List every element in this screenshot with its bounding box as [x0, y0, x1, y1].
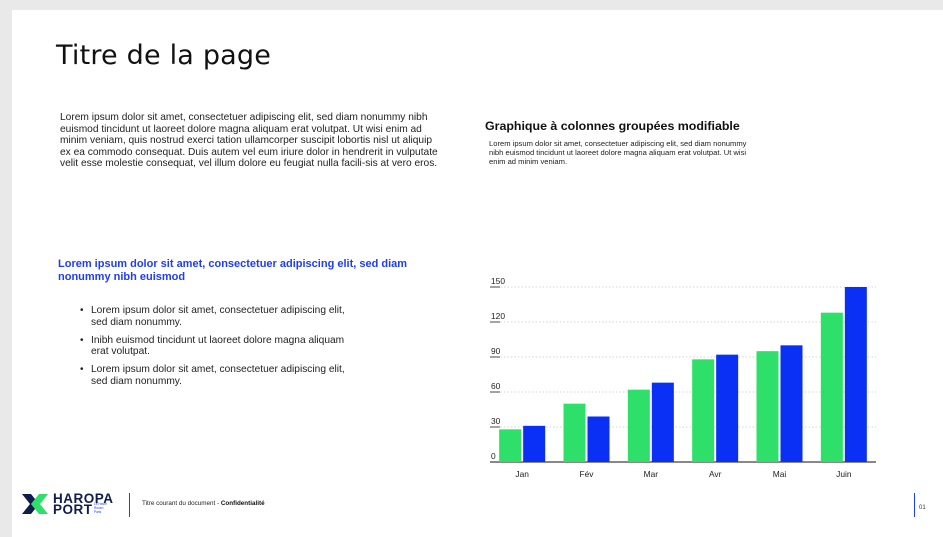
x-tick-label: Mai — [773, 469, 787, 479]
footer: HAROPA PORT Le Havre Rouen Paris Titre c… — [20, 490, 920, 520]
bar-blue — [523, 425, 546, 462]
bullet-item: Lorem ipsum dolor sit amet, consectetuer… — [80, 305, 350, 329]
footer-divider — [129, 493, 130, 517]
grouped-column-chart: 0 30 60 90 120 150 Jan Fév Mar Avr Mai Juin — [490, 276, 876, 479]
bar-green — [499, 429, 522, 462]
y-tick-label: 60 — [491, 381, 501, 391]
logo-word-bottom: PORT — [53, 502, 93, 517]
x-tick-label: Mar — [644, 469, 659, 479]
bar-green — [692, 359, 715, 462]
bullet-item: Lorem ipsum dolor sit amet, consectetuer… — [80, 364, 350, 388]
bar-blue — [716, 354, 739, 462]
x-tick-label: Jan — [515, 469, 529, 479]
y-tick-label: 30 — [491, 416, 501, 426]
bar-blue — [587, 416, 610, 462]
haropa-port-logo: HAROPA PORT Le Havre Rouen Paris — [20, 490, 120, 518]
page-marker — [914, 493, 915, 517]
bar-green — [627, 389, 650, 462]
footer-running-title: Titre courant du document - Confidential… — [142, 500, 265, 507]
bar-green — [820, 312, 843, 462]
chart-title: Graphique à colonnes groupées modifiable — [485, 119, 740, 133]
y-tick-label: 150 — [491, 276, 505, 286]
x-tick-label: Avr — [709, 469, 722, 479]
x-tick-label: Juin — [836, 469, 852, 479]
y-tick-label: 120 — [491, 311, 505, 321]
running-title-text: Titre courant du document - — [142, 500, 221, 507]
sub-heading: Lorem ipsum dolor sit amet, consectetuer… — [58, 258, 408, 283]
confidentiality-label: Confidentialité — [220, 500, 265, 507]
bullet-item: Inibh euismod tincidunt ut laoreet dolor… — [80, 335, 350, 359]
intro-paragraph: Lorem ipsum dolor sit amet, consectetuer… — [60, 112, 438, 170]
bar-green — [756, 351, 779, 462]
y-tick-label: 90 — [491, 346, 501, 356]
x-tick-label: Fév — [580, 469, 595, 479]
bar-blue — [780, 345, 803, 462]
bar-blue — [651, 382, 674, 462]
logo-tagline: Le Havre Rouen Paris — [94, 502, 107, 514]
chart-description: Lorem ipsum dolor sit amet, consectetuer… — [489, 139, 747, 167]
y-tick-label: 0 — [491, 451, 496, 461]
bar-green — [563, 403, 586, 462]
bar-blue — [844, 287, 867, 462]
page-title: Titre de la page — [56, 40, 272, 71]
logo-x-icon — [22, 494, 48, 514]
bullet-list: Lorem ipsum dolor sit amet, consectetuer… — [80, 305, 350, 394]
page-number: 01 — [919, 505, 926, 511]
